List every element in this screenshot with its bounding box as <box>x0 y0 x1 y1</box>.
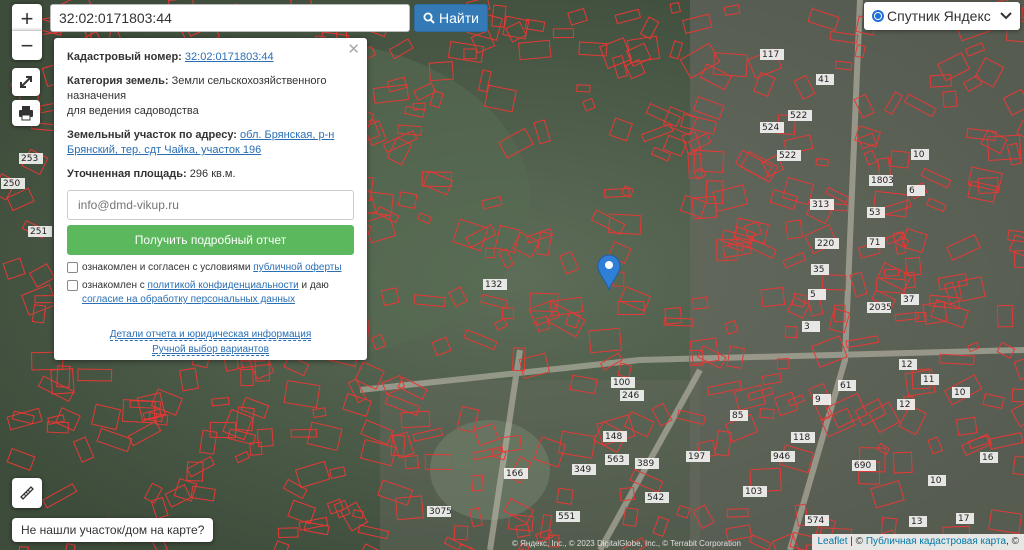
privacy-consent-row: ознакомлен с политикой конфиденциальност… <box>67 279 354 307</box>
plot-number-label: 551 <box>558 512 575 522</box>
find-button-label: Найти <box>439 10 479 26</box>
attribution-separator: | © <box>847 536 866 547</box>
plot-number-label: 250 <box>3 179 20 189</box>
plot-number-label: 103 <box>745 487 762 497</box>
parcel-info-panel: ✕ Кадастровый номер: 32:02:0171803:44 Ка… <box>54 38 367 360</box>
land-category-use: для ведения садоводства <box>67 105 199 117</box>
plot-number-label: 197 <box>688 452 705 462</box>
find-button[interactable]: Найти <box>414 4 488 32</box>
privacy-consent-checkbox[interactable] <box>67 280 78 291</box>
cadastral-search-input[interactable] <box>50 4 410 32</box>
plot-number-label: 61 <box>840 381 851 391</box>
privacy-policy-link[interactable]: политикой конфиденциальности <box>148 280 299 291</box>
plot-number-label: 690 <box>854 461 871 471</box>
email-field[interactable] <box>67 190 354 220</box>
address-row: Земельный участок по адресу: обл. Брянск… <box>67 128 354 158</box>
not-found-button[interactable]: Не нашли участок/дом на карте? <box>12 518 214 542</box>
offer-consent-text: ознакомлен и согласен с условиями <box>82 262 254 273</box>
plot-number-label: 251 <box>30 227 47 237</box>
land-category-label: Категория земель: <box>67 75 169 87</box>
plot-number-label: 148 <box>605 432 622 442</box>
offer-consent-row: ознакомлен и согласен с условиями публич… <box>67 261 354 275</box>
plot-number-label: 389 <box>637 459 654 469</box>
attribution-trail: , © <box>1006 536 1019 547</box>
plot-number-label: 522 <box>779 151 796 161</box>
plot-number-label: 100 <box>613 378 630 388</box>
plot-number-label: 3 <box>804 322 810 332</box>
ruler-button[interactable] <box>12 478 42 508</box>
plot-number-label: 41 <box>818 75 829 85</box>
cadastral-number-row: Кадастровый номер: 32:02:0171803:44 <box>67 50 354 65</box>
print-button[interactable] <box>12 100 40 126</box>
address-label: Земельный участок по адресу: <box>67 129 237 141</box>
plot-number-label: 3075 <box>429 507 452 517</box>
layer-select-value: Спутник Яндекс <box>887 8 991 24</box>
privacy-consent-mid: и даю <box>298 280 329 291</box>
attribution-bar: Leaflet | © Публичная кадастровая карта,… <box>812 534 1024 550</box>
ruler-icon <box>20 486 34 500</box>
cadastral-number-label: Кадастровый номер: <box>67 51 182 63</box>
zoom-out-button[interactable]: − <box>12 30 42 60</box>
plot-number-label: 524 <box>762 123 779 133</box>
plot-number-label: 12 <box>901 360 912 370</box>
plot-number-label: 53 <box>869 208 880 218</box>
plot-number-label: 118 <box>793 433 810 443</box>
personal-data-consent-link[interactable]: согласие на обработку персональных данны… <box>82 294 295 305</box>
plot-number-label: 246 <box>622 391 639 401</box>
chevron-down-icon <box>1000 12 1012 20</box>
land-category-row: Категория земель: Земли сельскохозяйстве… <box>67 74 354 119</box>
area-row: Уточненная площадь: 296 кв.м. <box>67 167 354 182</box>
plot-number-label: 16 <box>982 453 994 463</box>
plot-number-label: 2035 <box>869 303 892 313</box>
plot-number-label: 132 <box>485 280 502 290</box>
plot-number-label: 1803 <box>871 176 894 186</box>
plot-number-label: 35 <box>813 265 824 275</box>
plot-number-label: 574 <box>807 516 824 526</box>
get-report-button[interactable]: Получить подробный отчет <box>67 225 354 255</box>
area-label: Уточненная площадь: <box>67 168 187 180</box>
plot-number-label: 37 <box>903 295 914 305</box>
manual-selection-link[interactable]: Ручной выбор вариантов <box>152 344 269 356</box>
cadastral-map-link[interactable]: Публичная кадастровая карта <box>866 536 1006 547</box>
search-bar <box>50 4 410 32</box>
fullscreen-button[interactable] <box>12 68 40 96</box>
plot-number-label: 12 <box>899 400 910 410</box>
plot-number-label: 13 <box>911 517 922 527</box>
plot-number-label: 6 <box>909 186 915 196</box>
map-layer-select[interactable]: Спутник Яндекс <box>864 2 1020 30</box>
panel-bottom-links: Детали отчета и юридическая информация Р… <box>67 327 354 357</box>
plot-number-label: 5 <box>810 290 816 300</box>
plot-number-label: 220 <box>817 239 834 249</box>
plot-number-label: 253 <box>21 154 38 164</box>
plot-number-label: 542 <box>647 493 664 503</box>
expand-icon <box>20 76 32 88</box>
plot-number-label: 71 <box>869 238 880 248</box>
area-value: 296 кв.м. <box>189 168 236 180</box>
plot-number-label: 10 <box>954 388 966 398</box>
leaflet-link[interactable]: Leaflet <box>817 536 847 547</box>
plot-number-label: 85 <box>732 411 743 421</box>
printer-icon <box>19 106 33 121</box>
plot-number-label: 349 <box>574 465 591 475</box>
plot-number-label: 313 <box>812 200 829 210</box>
plot-number-label: 563 <box>607 455 624 465</box>
plot-number-label: 946 <box>773 452 790 462</box>
plot-number-label: 522 <box>790 111 807 121</box>
plot-number-label: 10 <box>930 476 942 486</box>
public-offer-link[interactable]: публичной оферты <box>253 262 341 273</box>
plot-number-label: 10 <box>913 150 925 160</box>
plot-number-label: 166 <box>506 469 523 479</box>
search-icon <box>423 12 435 24</box>
close-icon[interactable]: ✕ <box>347 42 360 57</box>
report-details-link[interactable]: Детали отчета и юридическая информация <box>109 329 312 341</box>
plot-number-label: 9 <box>815 395 821 405</box>
privacy-consent-text: ознакомлен с <box>82 280 148 291</box>
plot-number-label: 17 <box>958 514 969 524</box>
plot-number-label: 117 <box>762 50 779 60</box>
map-copyright-text: © Яндекс, Inc., © 2023 DigitalGlobe, Inc… <box>512 539 741 548</box>
cadastral-number-link[interactable]: 32:02:0171803:44 <box>185 51 274 63</box>
plot-number-label: 11 <box>923 375 934 385</box>
radio-selected-icon <box>872 10 884 22</box>
offer-consent-checkbox[interactable] <box>67 262 78 273</box>
